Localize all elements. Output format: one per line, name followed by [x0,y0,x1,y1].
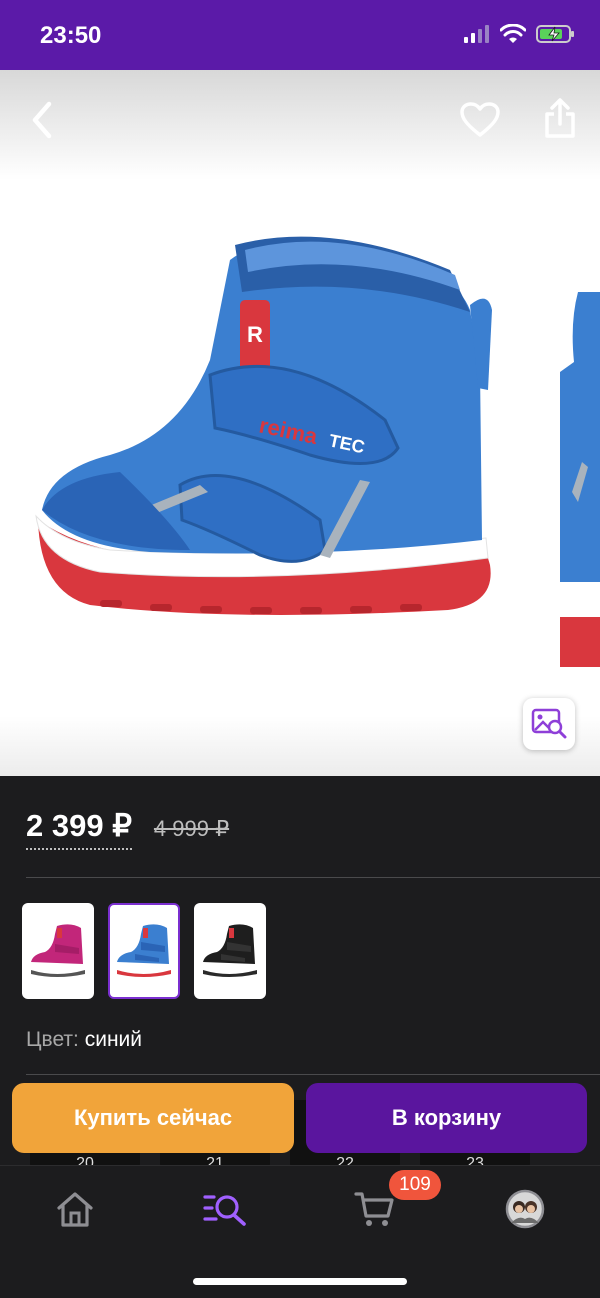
cart-icon [354,1192,394,1226]
color-info: Цвет: синий [26,1028,142,1052]
tab-profile[interactable] [500,1184,550,1234]
color-value: синий [84,1028,143,1051]
status-bar: 23:50 [0,0,600,70]
variant-image [115,924,171,977]
divider [26,877,600,878]
wifi-icon [500,24,526,43]
avatar [505,1189,545,1229]
status-icons [464,24,576,44]
chevron-left-icon [32,101,52,139]
favorite-button[interactable] [458,98,502,142]
svg-text:R: R [247,322,263,347]
old-price: 4 999 ₽ [153,816,230,841]
current-price[interactable]: 2 399 ₽ [26,808,132,850]
variant-thumb-pink[interactable] [22,903,94,999]
variant-thumb-black[interactable] [194,903,266,999]
variant-image [29,924,85,977]
heart-icon [460,102,500,137]
status-time: 23:50 [40,22,102,49]
share-icon [545,98,575,138]
variant-thumb-blue[interactable] [108,903,180,999]
color-variants [22,903,266,999]
home-icon [57,1192,93,1227]
tab-home[interactable] [50,1184,100,1234]
divider [26,1074,600,1075]
buy-now-button[interactable]: Купить сейчас [12,1083,294,1153]
back-button[interactable] [20,98,64,142]
price-row: 2 399 ₽ 4 999 ₽ [26,808,229,850]
tab-catalog-search[interactable] [200,1184,250,1234]
home-indicator [193,1278,407,1285]
battery-charging-icon [536,25,574,43]
next-product-image-peek [560,292,600,667]
image-search-icon [531,708,567,739]
image-top-gradient [0,70,600,180]
add-to-cart-button[interactable]: В корзину [306,1083,587,1153]
image-bottom-gradient [0,716,600,776]
color-label: Цвет: [26,1028,79,1051]
catalog-search-icon [203,1195,246,1226]
cellular-signal-icon [464,25,489,43]
cart-count-badge: 109 [389,1170,441,1200]
visual-search-button[interactable] [523,698,575,750]
product-image-gallery[interactable]: R reima TEC [0,70,600,776]
share-button[interactable] [538,96,582,140]
variant-image [201,924,257,977]
product-image: R reima TEC [35,236,492,615]
